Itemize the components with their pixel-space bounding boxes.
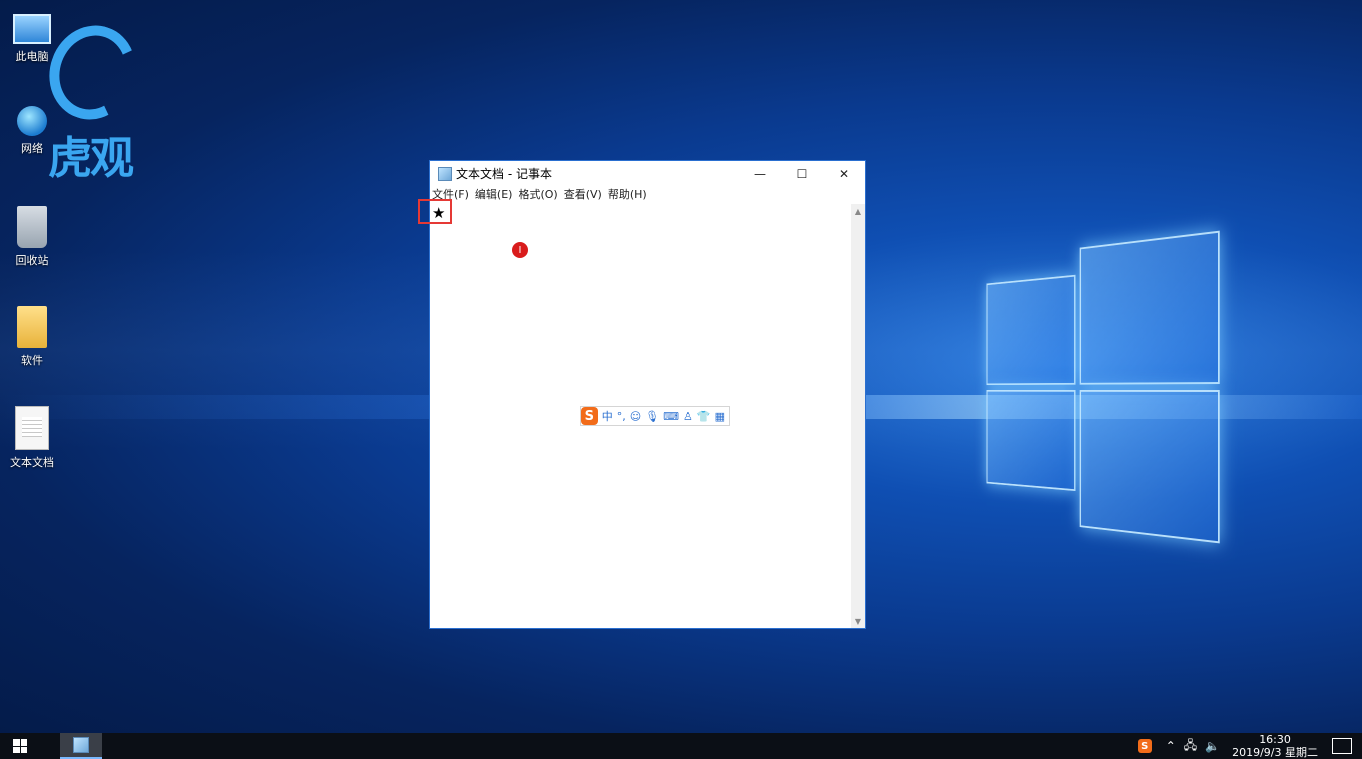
start-button[interactable]	[0, 733, 40, 759]
tray-ime-icon[interactable]: S	[1138, 739, 1152, 753]
desktop-icon-label: 网络	[4, 140, 60, 156]
network-tray-icon[interactable]: 🖧	[1184, 736, 1197, 757]
notepad-title-bar[interactable]: 文本文档 - 记事本 — ☐ ✕	[430, 161, 865, 186]
watermark-text: 虎观	[48, 122, 132, 186]
menu-view[interactable]: 查看(V)	[564, 186, 602, 202]
taskbar: S ⌃ 🖧 🔈 16:30 2019/9/3 星期二	[0, 733, 1362, 759]
clock-date: 2019/9/3 星期二	[1232, 746, 1318, 759]
notepad-app-icon	[438, 167, 452, 181]
toolbox-icon[interactable]: ▦	[715, 410, 725, 423]
desktop-icon-software-folder[interactable]: 软件	[4, 306, 60, 368]
notepad-taskbar-icon	[73, 737, 89, 753]
clock-time: 16:30	[1232, 733, 1318, 746]
user-icon[interactable]: ♙	[683, 410, 693, 423]
vertical-scrollbar[interactable]: ▲ ▼	[851, 204, 865, 628]
desktop-icon-label: 此电脑	[4, 48, 60, 64]
skin-icon[interactable]: 👕	[697, 410, 711, 423]
microphone-icon[interactable]: 🎙	[645, 410, 659, 423]
text-file-icon	[15, 406, 49, 450]
mouse-cursor-indicator: I	[512, 242, 528, 258]
desktop-icon-network[interactable]: 网络	[4, 106, 60, 156]
ime-punctuation-toggle[interactable]: °,	[617, 410, 626, 423]
desktop-icon-text-document[interactable]: 文本文档	[4, 406, 60, 470]
wallpaper-windows-logo	[986, 230, 1225, 550]
network-icon	[17, 106, 47, 136]
window-title: 文本文档 - 记事本	[456, 165, 552, 182]
recycle-bin-icon	[17, 206, 47, 248]
windows-start-icon	[13, 739, 27, 753]
desktop-icon-label: 回收站	[4, 252, 60, 268]
keyboard-icon[interactable]: ⌨	[663, 410, 679, 423]
desktop-icon-this-pc[interactable]: 此电脑	[4, 6, 60, 64]
show-hidden-icons-chevron-icon[interactable]: ⌃	[1166, 739, 1176, 753]
taskbar-notepad-button[interactable]	[60, 733, 102, 759]
close-button[interactable]: ✕	[823, 161, 865, 186]
volume-icon[interactable]: 🔈	[1205, 739, 1220, 753]
computer-icon	[13, 14, 51, 44]
menu-bar: 文件(F) 编辑(E) 格式(O) 查看(V) 帮助(H)	[430, 186, 865, 202]
ime-mode-toggle[interactable]: 中	[602, 408, 613, 424]
menu-format[interactable]: 格式(O)	[518, 186, 557, 202]
folder-icon	[17, 306, 47, 348]
emoji-icon[interactable]: ☺	[630, 410, 641, 423]
menu-help[interactable]: 帮助(H)	[608, 186, 647, 202]
scroll-up-arrow-icon[interactable]: ▲	[851, 204, 865, 218]
scroll-down-arrow-icon[interactable]: ▼	[851, 614, 865, 628]
action-center-icon[interactable]	[1332, 738, 1352, 754]
desktop-icon-label: 软件	[4, 352, 60, 368]
system-tray: S ⌃ 🖧 🔈 16:30 2019/9/3 星期二	[1138, 733, 1362, 759]
text-cursor-icon: I	[519, 245, 522, 256]
menu-edit[interactable]: 编辑(E)	[475, 186, 513, 202]
sogou-logo-icon[interactable]: S	[581, 407, 598, 425]
minimize-button[interactable]: —	[739, 161, 781, 186]
desktop-icon-label: 文本文档	[4, 454, 60, 470]
notepad-window[interactable]: 文本文档 - 记事本 — ☐ ✕ 文件(F) 编辑(E) 格式(O) 查看(V)…	[429, 160, 866, 629]
maximize-button[interactable]: ☐	[781, 161, 823, 186]
desktop-icon-recycle-bin[interactable]: 回收站	[4, 206, 60, 268]
clock[interactable]: 16:30 2019/9/3 星期二	[1232, 733, 1318, 759]
ime-toolbar[interactable]: S 中 °, ☺ 🎙 ⌨ ♙ 👕 ▦	[580, 406, 730, 426]
document-text: ★	[432, 204, 445, 222]
